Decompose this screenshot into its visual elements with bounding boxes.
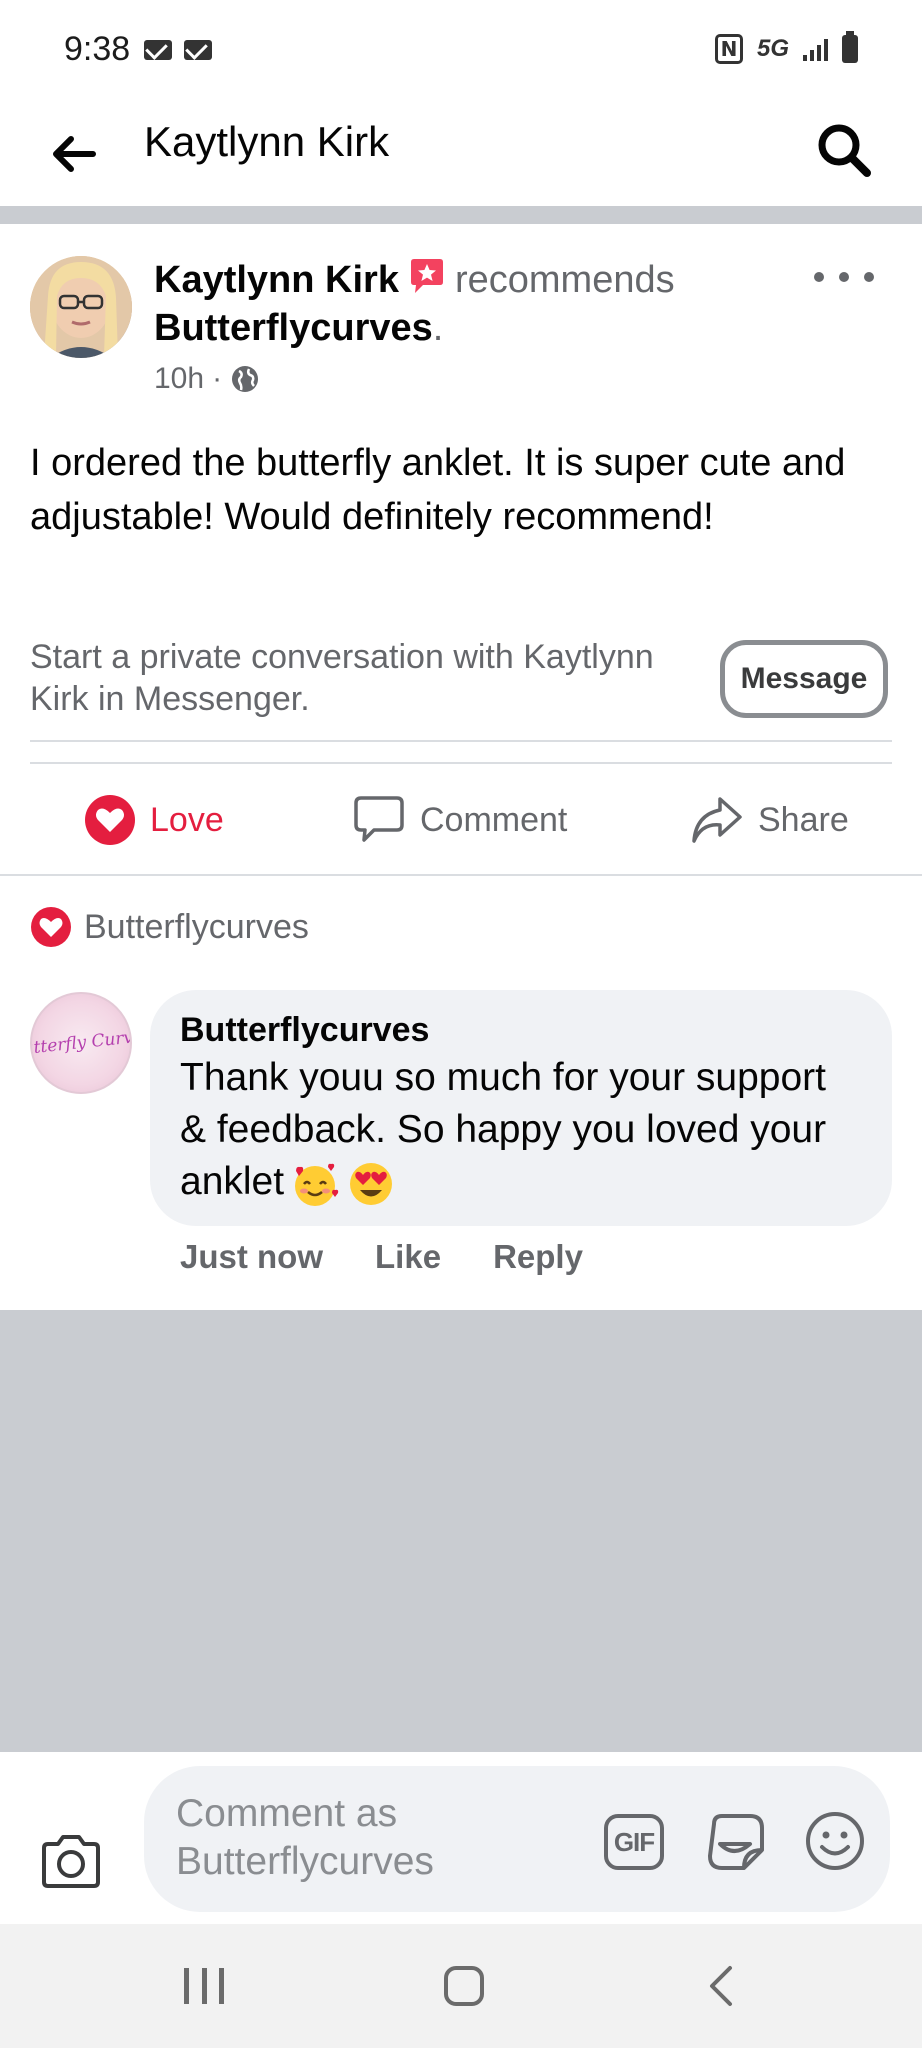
comment-text-body: Thank youu so much for your support & fe…: [180, 1056, 827, 1203]
dot-icon: [864, 272, 874, 282]
smiley-icon: [806, 1812, 864, 1870]
like-comment-button[interactable]: Like: [375, 1238, 441, 1276]
comment-placeholder: Comment as Butterflycurves: [176, 1792, 434, 1883]
love-button[interactable]: Love: [84, 770, 224, 870]
comment-bubble[interactable]: Butterflycurves Thank youu so much for y…: [150, 990, 892, 1226]
system-back-button[interactable]: [706, 1964, 736, 2008]
post-time[interactable]: 10h: [154, 362, 204, 396]
divider: [0, 874, 922, 876]
post-header-page: Butterflycurves.: [154, 304, 443, 352]
comment-input[interactable]: Comment as Butterflycurves GIF: [144, 1766, 890, 1912]
recent-apps-button[interactable]: [184, 1968, 224, 2004]
recent-apps-icon: [201, 1968, 207, 2004]
nfc-icon: N: [714, 34, 743, 64]
recent-apps-icon: [219, 1968, 224, 2004]
dot-icon: [839, 272, 849, 282]
globe-icon: [232, 366, 259, 392]
period: .: [432, 307, 444, 349]
more-options-button[interactable]: [814, 262, 874, 292]
comment-text: Thank youu so much for your support & fe…: [180, 1052, 862, 1209]
comment-time: Just now: [180, 1238, 324, 1275]
comment-author[interactable]: Butterflycurves: [180, 1008, 862, 1052]
search-icon: [818, 124, 871, 177]
recommendation-icon: [407, 256, 447, 308]
status-time: 9:38: [64, 30, 131, 68]
share-button[interactable]: Share: [690, 770, 849, 870]
empty-area: [0, 1310, 922, 1752]
reply-comment-button[interactable]: Reply: [493, 1238, 583, 1276]
message-button[interactable]: Message: [720, 640, 888, 718]
recommended-page-name[interactable]: Butterflycurves: [154, 307, 433, 349]
post-header: Kaytlynn Kirk recommends: [154, 256, 675, 308]
search-button[interactable]: [814, 120, 874, 180]
gif-button[interactable]: GIF: [604, 1814, 664, 1870]
private-conversation-text: Start a private conversation with Kaytly…: [30, 638, 654, 718]
back-button[interactable]: [44, 124, 104, 184]
app-header: Kaytlynn Kirk: [0, 104, 922, 206]
sticker-button[interactable]: [704, 1810, 768, 1874]
camera-button[interactable]: [38, 1832, 104, 1892]
share-label: Share: [758, 800, 849, 839]
avatar-logo-text: Butterfly Curves: [30, 1025, 132, 1061]
meta-separator: ·: [212, 362, 223, 395]
love-reaction-icon: [31, 907, 71, 947]
status-icons: N 5G: [714, 31, 858, 64]
author-name[interactable]: Kaytlynn Kirk: [154, 259, 399, 301]
reaction-summary[interactable]: Butterflycurves: [30, 906, 309, 948]
share-icon: [692, 797, 742, 843]
emoji-button[interactable]: [804, 1810, 866, 1872]
recent-apps-icon: [184, 1968, 189, 2004]
sticker-icon: [708, 1814, 764, 1870]
comment-icon: [354, 796, 404, 842]
battery-icon: [842, 31, 858, 63]
dot-icon: [814, 272, 824, 282]
reactor-name: Butterflycurves: [84, 907, 309, 946]
divider: [30, 740, 892, 742]
comment-button[interactable]: Comment: [352, 770, 567, 870]
status-bar: 9:38 N 5G: [0, 0, 922, 104]
commenter-avatar[interactable]: Butterfly Curves: [30, 992, 132, 1094]
recommends-text: recommends: [454, 259, 675, 302]
mail-icon: [144, 40, 172, 60]
chevron-left-icon: [710, 1966, 732, 2006]
comment-label: Comment: [420, 800, 568, 839]
avatar-portrait: [30, 256, 132, 358]
comment-composer: Comment as Butterflycurves GIF: [0, 1752, 922, 1924]
page-title: Kaytlynn Kirk: [144, 118, 390, 165]
home-button[interactable]: [444, 1966, 484, 2006]
header-divider: [0, 206, 922, 224]
author-avatar[interactable]: [30, 256, 132, 358]
comment-actions: Just now Like Reply: [180, 1238, 583, 1276]
mail-icon: [184, 40, 212, 60]
camera-icon: [42, 1835, 100, 1888]
network-type: 5G: [756, 35, 789, 62]
post-body: I ordered the butterfly anklet. It is su…: [30, 442, 846, 538]
heart-eyes-icon: [350, 1162, 393, 1205]
signal-icon: [803, 37, 828, 61]
divider: [30, 762, 892, 764]
arrow-left-icon: [53, 136, 96, 172]
love-label: Love: [150, 800, 224, 839]
smiling-face-with-hearts-icon: [295, 1163, 339, 1206]
post-actions: Love Comment Share: [0, 770, 922, 870]
love-icon: [85, 795, 135, 845]
system-nav-bar: [0, 1924, 922, 2048]
post-meta: 10h ·: [154, 362, 260, 396]
